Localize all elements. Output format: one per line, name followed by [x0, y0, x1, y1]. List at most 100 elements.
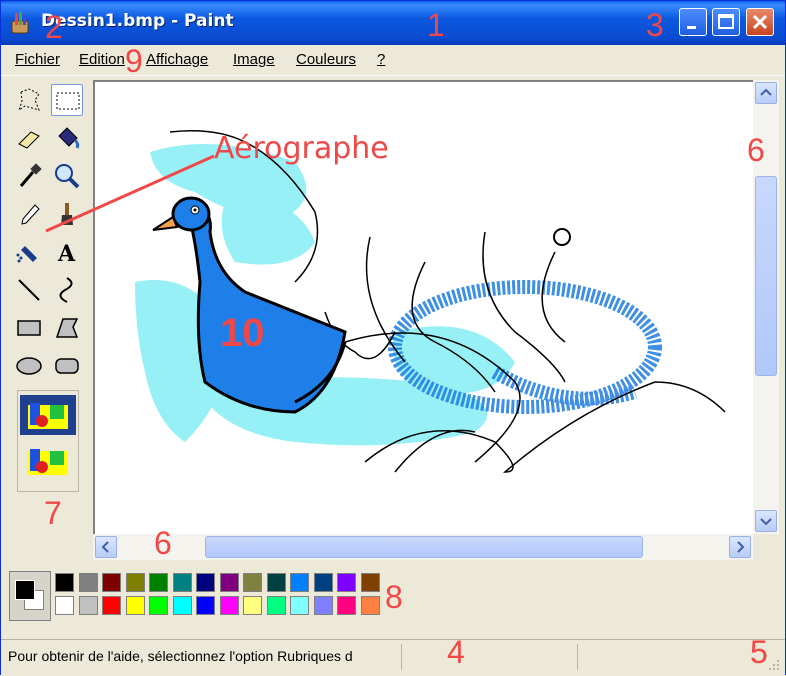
scroll-up-button[interactable]	[755, 82, 777, 104]
palette-swatch[interactable]	[172, 596, 192, 615]
pencil-tool[interactable]	[13, 198, 45, 230]
tool-options-panel	[17, 390, 79, 492]
color-picker-icon	[19, 163, 42, 187]
status-text: Pour obtenir de l'aide, sélectionnez l'o…	[8, 648, 353, 664]
close-button[interactable]	[746, 8, 774, 36]
annotation-6-horizontal: 6	[154, 525, 172, 561]
opaque-shapes-icon	[28, 403, 68, 429]
palette-swatch[interactable]	[55, 596, 74, 615]
menu-fichier[interactable]: Fichier	[15, 51, 60, 68]
svg-text:A: A	[57, 241, 76, 267]
minimize-button[interactable]	[679, 8, 707, 36]
palette-swatch[interactable]	[55, 573, 74, 592]
free-select-icon	[18, 88, 40, 112]
menu-affichage[interactable]: Affichage	[146, 51, 208, 68]
free-select-tool[interactable]	[13, 84, 45, 116]
palette-swatch[interactable]	[290, 596, 309, 615]
menu-image[interactable]: Image	[233, 51, 275, 68]
palette-swatch[interactable]	[243, 596, 262, 615]
chevron-down-icon	[760, 518, 772, 526]
palette-swatch[interactable]	[313, 596, 333, 615]
annotation-7: 7	[44, 495, 62, 531]
palette-swatch[interactable]	[243, 573, 262, 592]
curve-icon	[59, 277, 73, 303]
rectangle-tool[interactable]	[13, 312, 45, 344]
ellipse-tool[interactable]	[13, 350, 45, 382]
palette-swatch[interactable]	[360, 596, 380, 615]
annotation-9: 9	[125, 43, 143, 79]
palette-swatch[interactable]	[149, 573, 168, 592]
toolbox: A	[9, 80, 87, 560]
menu-bar: Fichier Edition Affichage Image Couleurs…	[1, 45, 785, 76]
chevron-right-icon	[737, 541, 745, 553]
foreground-color[interactable]	[15, 580, 35, 600]
text-tool[interactable]: A	[51, 236, 83, 268]
pencil-icon	[21, 204, 40, 225]
ellipse-icon	[16, 357, 42, 375]
rectangle-icon	[17, 320, 41, 336]
rounded-rect-tool[interactable]	[51, 350, 83, 382]
annotation-3: 3	[646, 7, 664, 43]
menu-couleurs[interactable]: Couleurs	[296, 51, 356, 68]
annotation-8: 8	[385, 579, 403, 615]
palette-swatch[interactable]	[78, 596, 98, 615]
horizontal-scrollbar[interactable]	[93, 534, 753, 560]
palette-swatch[interactable]	[219, 573, 239, 592]
airbrush-icon	[16, 246, 37, 263]
palette-swatch[interactable]	[78, 573, 98, 592]
polygon-tool[interactable]	[51, 312, 83, 344]
menu-help[interactable]: ?	[377, 51, 385, 68]
scroll-down-button[interactable]	[755, 510, 777, 532]
palette-swatch[interactable]	[102, 573, 121, 592]
eraser-tool[interactable]	[13, 122, 45, 154]
scroll-right-button[interactable]	[729, 536, 751, 558]
rect-select-tool[interactable]	[51, 84, 83, 116]
annotation-2: 2	[45, 9, 63, 45]
scroll-left-button[interactable]	[95, 536, 117, 558]
palette-swatch[interactable]	[219, 596, 239, 615]
fill-bucket-tool[interactable]	[51, 122, 83, 154]
palette-swatch[interactable]	[125, 596, 145, 615]
palette-swatch[interactable]	[360, 573, 380, 592]
palette-swatch[interactable]	[337, 596, 356, 615]
palette-swatch[interactable]	[266, 596, 286, 615]
paint-window: Dessin1.bmp - Paint Fichier Edition Affi…	[0, 0, 786, 675]
horizontal-scroll-thumb[interactable]	[205, 536, 643, 558]
line-icon	[18, 279, 40, 301]
airbrush-tool[interactable]	[13, 236, 45, 268]
palette-swatch[interactable]	[172, 573, 192, 592]
close-icon	[752, 14, 768, 30]
paint-app-icon[interactable]	[9, 11, 31, 35]
title-bar[interactable]: Dessin1.bmp - Paint	[1, 1, 785, 45]
eraser-icon	[18, 131, 40, 149]
line-tool[interactable]	[13, 274, 45, 306]
palette-swatch[interactable]	[266, 573, 286, 592]
palette-swatch[interactable]	[196, 596, 215, 615]
palette-swatch[interactable]	[313, 573, 333, 592]
brush-tool[interactable]	[51, 198, 83, 230]
palette-swatch[interactable]	[149, 596, 168, 615]
current-colors[interactable]	[9, 571, 51, 621]
text-icon: A	[57, 241, 76, 267]
annotation-aerographe-label: Aérographe	[214, 131, 389, 166]
color-picker-tool[interactable]	[13, 160, 45, 192]
status-separator	[577, 644, 578, 670]
maximize-icon	[718, 14, 734, 29]
annotation-6-vertical: 6	[747, 132, 765, 168]
palette-swatch[interactable]	[337, 573, 356, 592]
transparent-option[interactable]	[20, 441, 76, 481]
curve-tool[interactable]	[51, 274, 83, 306]
magnifier-tool[interactable]	[51, 160, 83, 192]
palette-swatch[interactable]	[290, 573, 309, 592]
polygon-icon	[55, 318, 79, 338]
palette-swatch[interactable]	[196, 573, 215, 592]
drawing-canvas[interactable]	[93, 80, 753, 534]
menu-edition[interactable]: Edition	[79, 51, 125, 68]
maximize-button[interactable]	[712, 8, 740, 36]
vertical-scroll-thumb[interactable]	[755, 176, 777, 376]
palette-swatch[interactable]	[102, 596, 121, 615]
opaque-option[interactable]	[20, 395, 76, 435]
transparent-shapes-icon	[28, 449, 68, 475]
palette-swatch[interactable]	[125, 573, 145, 592]
rect-select-icon	[56, 92, 80, 110]
